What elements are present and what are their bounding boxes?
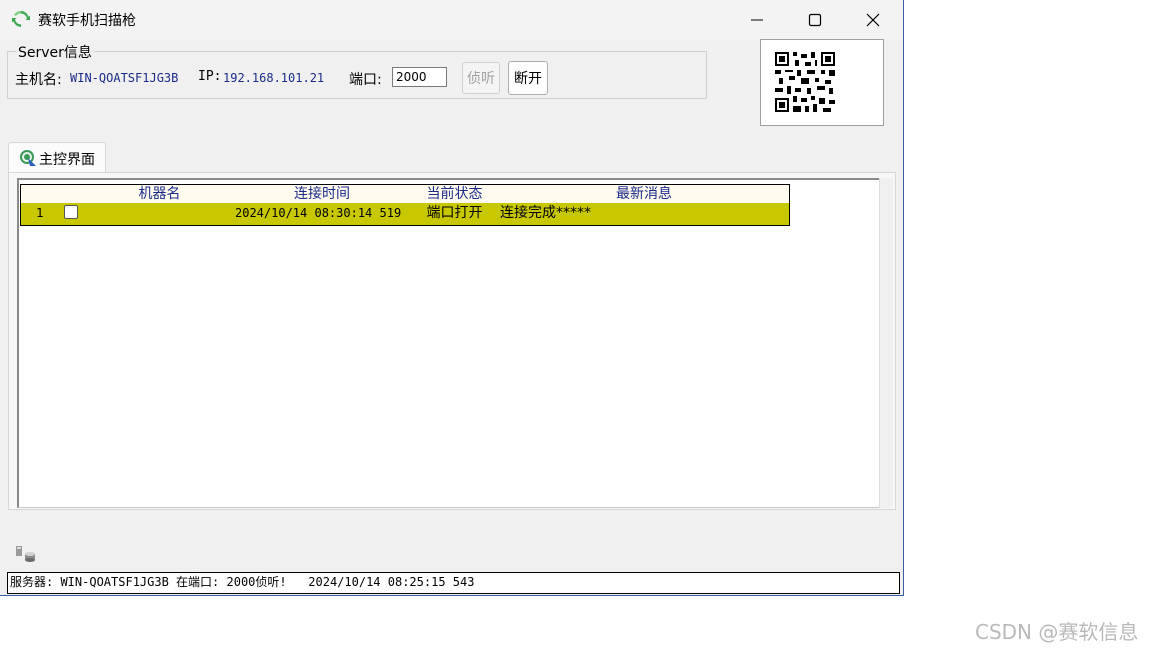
- qr-code-panel: [760, 39, 884, 126]
- grid-row-state[interactable]: 端口打开: [410, 203, 500, 226]
- maximize-button[interactable]: [786, 0, 844, 40]
- database-icon: [16, 546, 35, 562]
- close-icon: [866, 13, 880, 27]
- minimize-icon: [751, 19, 763, 21]
- grid-header-check: [59, 184, 86, 204]
- close-button[interactable]: [844, 0, 902, 40]
- window-title: 赛软手机扫描枪: [38, 13, 136, 29]
- grid-header-index: [20, 184, 60, 204]
- listen-button[interactable]: 侦听: [462, 62, 500, 94]
- status-bar: 服务器: WIN-QOATSF1JG3B 在端口: 2000侦听! 2024/1…: [7, 572, 900, 594]
- minimize-button[interactable]: [728, 0, 786, 40]
- disconnect-button[interactable]: 断开: [508, 61, 548, 95]
- tab-main-control[interactable]: 主控界面: [8, 142, 106, 173]
- maximize-icon: [808, 13, 822, 27]
- ip-label: IP:: [198, 69, 222, 84]
- hostname-value: WIN-QOATSF1JG3B: [70, 71, 179, 85]
- grid-header-state[interactable]: 当前状态: [410, 184, 500, 204]
- grid-row-time[interactable]: 2024/10/14 08:30:14 519: [234, 203, 411, 226]
- tab-label: 主控界面: [39, 152, 95, 168]
- row-checkbox[interactable]: [64, 205, 78, 219]
- tab-globe-icon: [20, 150, 36, 166]
- server-info-legend: Server信息: [16, 42, 94, 62]
- grid-scrollbar[interactable]: [879, 178, 893, 508]
- qr-code-icon: [775, 52, 835, 112]
- app-window: 赛软手机扫描枪 Server信息 主机名: WIN-QOATSF1JG3B IP…: [0, 0, 904, 596]
- grid-header-message[interactable]: 最新消息: [499, 184, 790, 204]
- refresh-icon: [12, 10, 30, 27]
- grid-row-index[interactable]: 1: [20, 203, 60, 226]
- title-bar[interactable]: 赛软手机扫描枪: [0, 0, 903, 40]
- grid-header-time[interactable]: 连接时间: [234, 184, 411, 204]
- watermark: CSDN @赛软信息: [975, 620, 1139, 644]
- ip-value: 192.168.101.21: [223, 71, 325, 85]
- grid-row-machine[interactable]: [85, 203, 235, 226]
- grid-row-message[interactable]: 连接完成*****: [499, 203, 790, 226]
- grid-header-machine[interactable]: 机器名: [85, 184, 235, 204]
- client-grid[interactable]: [17, 178, 880, 508]
- port-label: 端口:: [349, 72, 382, 88]
- hostname-label: 主机名:: [15, 72, 62, 88]
- port-input[interactable]: 2000: [392, 67, 447, 87]
